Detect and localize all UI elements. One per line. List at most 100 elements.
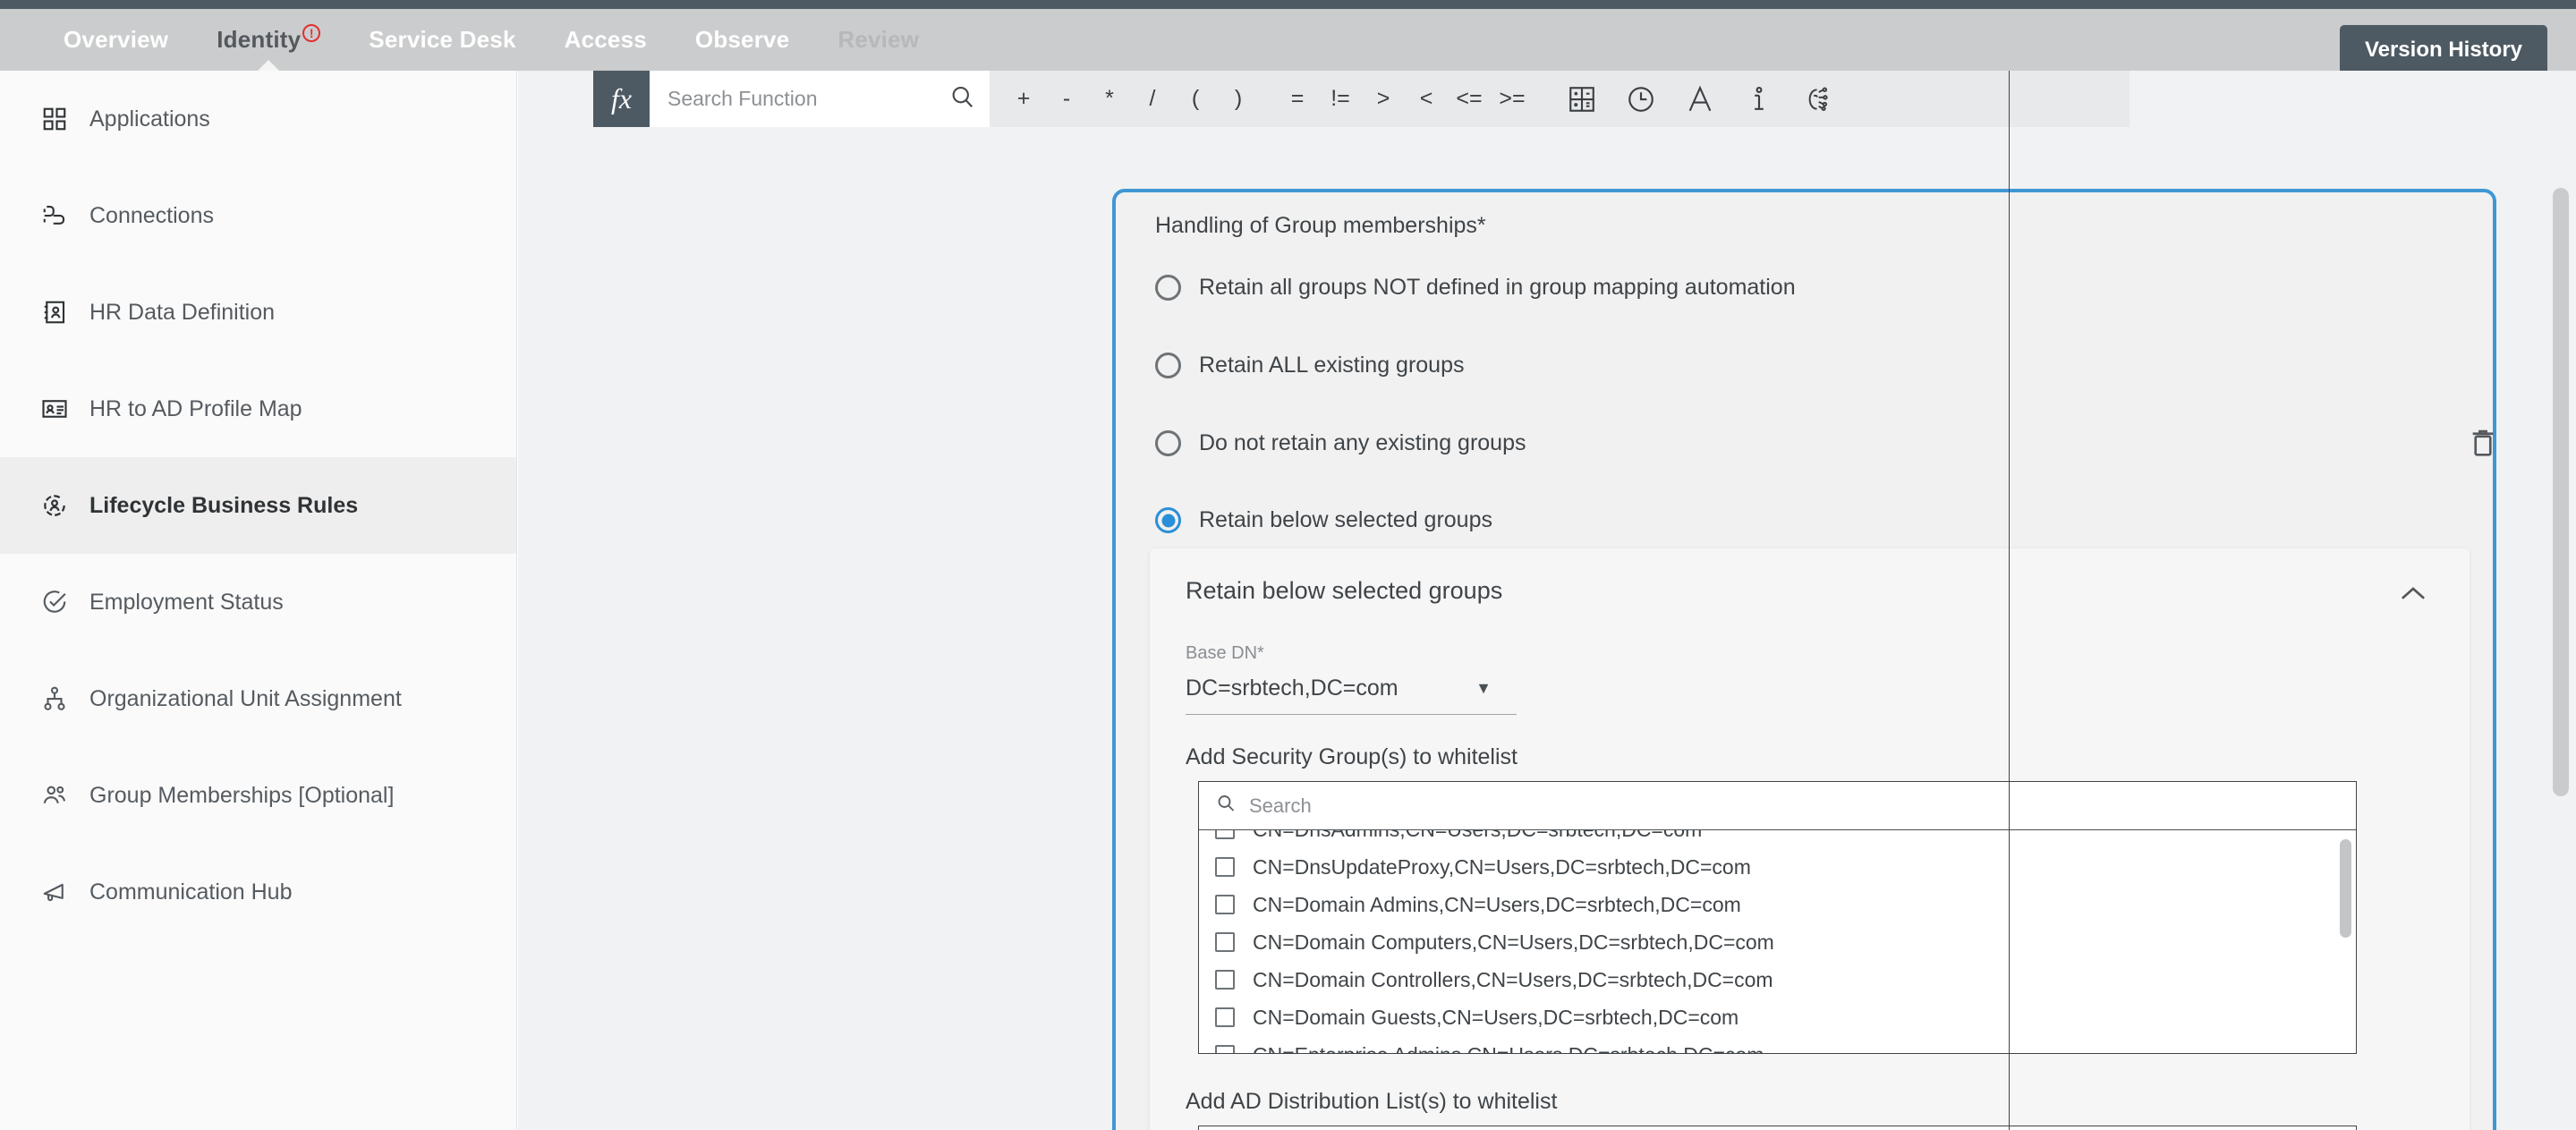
sidebar-item-label: Applications xyxy=(89,106,210,132)
sidebar-item-label: Lifecycle Business Rules xyxy=(89,492,359,518)
main-content: fx Search Function + - * / ( ) = != > < … xyxy=(518,71,2576,1130)
contact-book-icon xyxy=(39,297,70,327)
nav-label: Overview xyxy=(64,26,169,53)
security-groups-list: CN=DnsAdmins,CN=Users,DC=srbtech,DC=com … xyxy=(1199,830,2356,1054)
info-icon[interactable] xyxy=(1736,71,1782,127)
security-groups-scrollbar[interactable] xyxy=(2340,839,2351,938)
radio-option-retain-not-defined[interactable]: Retain all groups NOT defined in group m… xyxy=(1155,275,1796,301)
sidebar-item-organizational-unit-assignment[interactable]: Organizational Unit Assignment xyxy=(0,650,516,747)
function-search-placeholder: Search Function xyxy=(667,87,818,110)
operator-not-equals[interactable]: != xyxy=(1319,71,1362,127)
operator-plus[interactable]: + xyxy=(1002,71,1045,127)
checkbox-icon[interactable] xyxy=(1215,895,1235,914)
nav-items: Overview Identity ! Service Desk Access … xyxy=(0,9,943,72)
list-item[interactable]: CN=Domain Admins,CN=Users,DC=srbtech,DC=… xyxy=(1199,886,2356,923)
nav-item-observe[interactable]: Observe xyxy=(671,9,813,71)
checkbox-icon[interactable] xyxy=(1215,1045,1235,1053)
id-card-icon xyxy=(39,394,70,424)
operator-divide[interactable]: / xyxy=(1131,71,1174,127)
radio-option-do-not-retain[interactable]: Do not retain any existing groups xyxy=(1155,430,1526,456)
radio-icon xyxy=(1155,275,1181,301)
nav-item-identity[interactable]: Identity ! xyxy=(192,9,344,72)
sidebar-item-hr-data-definition[interactable]: HR Data Definition xyxy=(0,264,516,361)
operator-minus[interactable]: - xyxy=(1045,71,1088,127)
base-dn-label: Base DN* xyxy=(1186,643,1264,663)
list-item[interactable]: CN=DnsUpdateProxy,CN=Users,DC=srbtech,DC… xyxy=(1199,848,2356,886)
list-item-label: CN=Enterprise Admins,CN=Users,DC=srbtech… xyxy=(1253,1043,1764,1054)
nav-label: Review xyxy=(837,26,920,53)
chevron-up-icon[interactable] xyxy=(2400,584,2427,607)
distribution-lists-label: Add AD Distribution List(s) to whitelist xyxy=(1186,1089,1558,1114)
org-chart-icon xyxy=(39,684,70,714)
operator-greater-equal[interactable]: >= xyxy=(1491,71,1534,127)
nav-item-review[interactable]: Review xyxy=(813,9,943,71)
sidebar-item-lifecycle-business-rules[interactable]: Lifecycle Business Rules xyxy=(0,457,516,554)
version-history-button[interactable]: Version History xyxy=(2339,25,2547,75)
sidebar-item-label: Employment Status xyxy=(89,589,284,615)
base-dn-value: DC=srbtech,DC=com xyxy=(1186,675,1399,701)
operator-close-paren[interactable]: ) xyxy=(1217,71,1260,127)
ai-brain-icon[interactable] xyxy=(1795,71,1841,127)
security-groups-search-input[interactable]: Search xyxy=(1199,782,2356,830)
base-dn-select[interactable]: DC=srbtech,DC=com ▼ xyxy=(1186,663,1517,715)
trash-icon[interactable] xyxy=(2469,427,2497,463)
sidebar-item-applications[interactable]: Applications xyxy=(0,71,516,167)
sidebar-item-group-memberships[interactable]: Group Memberships [Optional] xyxy=(0,747,516,844)
list-item[interactable]: CN=Enterprise Admins,CN=Users,DC=srbtech… xyxy=(1199,1036,2356,1054)
top-accent-strip xyxy=(0,0,2576,9)
nav-label: Service Desk xyxy=(369,26,516,53)
plug-icon xyxy=(39,200,70,231)
sidebar-item-hr-to-ad-profile-map[interactable]: HR to AD Profile Map xyxy=(0,361,516,457)
operator-equals[interactable]: = xyxy=(1276,71,1319,127)
security-groups-label: Add Security Group(s) to whitelist xyxy=(1186,744,1518,769)
sidebar-item-connections[interactable]: Connections xyxy=(0,167,516,264)
nav-item-overview[interactable]: Overview xyxy=(39,9,192,71)
list-item[interactable]: CN=Domain Computers,CN=Users,DC=srbtech,… xyxy=(1199,923,2356,961)
distribution-lists-listbox: Search CN=All Marketing,OU=Marketing,OU=… xyxy=(1198,1126,2357,1130)
chevron-down-icon: ▼ xyxy=(1475,679,1492,697)
distribution-lists-search-input[interactable]: Search xyxy=(1199,1126,2356,1130)
checkbox-icon[interactable] xyxy=(1215,970,1235,990)
text-format-icon[interactable] xyxy=(1677,71,1723,127)
search-icon xyxy=(1215,793,1237,819)
sidebar-item-label: HR to AD Profile Map xyxy=(89,395,302,421)
operator-open-paren[interactable]: ( xyxy=(1174,71,1217,127)
function-search-input[interactable]: Search Function xyxy=(650,71,990,127)
checkbox-icon[interactable] xyxy=(1215,857,1235,877)
clock-icon[interactable] xyxy=(1618,71,1664,127)
list-item-label: CN=DnsUpdateProxy,CN=Users,DC=srbtech,DC… xyxy=(1253,854,1751,879)
operator-less-than[interactable]: < xyxy=(1405,71,1448,127)
list-item-label: CN=Domain Computers,CN=Users,DC=srbtech,… xyxy=(1253,930,1774,954)
checkbox-icon[interactable] xyxy=(1215,932,1235,952)
page-scrollbar[interactable] xyxy=(2553,188,2569,796)
list-item[interactable]: CN=Domain Controllers,CN=Users,DC=srbtec… xyxy=(1199,961,2356,998)
list-item[interactable]: CN=DnsAdmins,CN=Users,DC=srbtech,DC=com xyxy=(1199,830,2356,848)
radio-icon-selected xyxy=(1155,507,1181,533)
app-root: Overview Identity ! Service Desk Access … xyxy=(0,0,2576,1130)
operator-greater-than[interactable]: > xyxy=(1362,71,1405,127)
checkbox-icon[interactable] xyxy=(1215,830,1235,839)
checkbox-icon[interactable] xyxy=(1215,1007,1235,1027)
form-title: Handling of Group memberships* xyxy=(1155,213,1486,238)
calculator-icon[interactable] xyxy=(1559,71,1605,127)
group-membership-form-panel: Handling of Group memberships* Retain al… xyxy=(1112,189,2496,1130)
formula-toolbar: fx Search Function + - * / ( ) = != > < … xyxy=(593,71,2130,127)
sidebar-item-employment-status[interactable]: Employment Status xyxy=(0,554,516,650)
sidebar-item-label: Organizational Unit Assignment xyxy=(89,685,402,711)
radio-label: Retain ALL existing groups xyxy=(1199,353,1465,378)
nav-label: Access xyxy=(564,26,647,53)
radio-label: Retain below selected groups xyxy=(1199,507,1492,532)
radio-label: Retain all groups NOT defined in group m… xyxy=(1199,275,1796,300)
nav-item-service-desk[interactable]: Service Desk xyxy=(344,9,540,71)
operator-buttons: + - * / ( ) = != > < <= >= xyxy=(990,71,1534,127)
check-circle-icon xyxy=(39,587,70,617)
operator-multiply[interactable]: * xyxy=(1088,71,1131,127)
fx-icon[interactable]: fx xyxy=(593,71,650,127)
operator-less-equal[interactable]: <= xyxy=(1448,71,1491,127)
nav-item-access[interactable]: Access xyxy=(540,9,671,71)
sidebar-item-communication-hub[interactable]: Communication Hub xyxy=(0,844,516,940)
list-item[interactable]: CN=Domain Guests,CN=Users,DC=srbtech,DC=… xyxy=(1199,998,2356,1036)
sidebar: Applications Connections HR Data Definit… xyxy=(0,71,517,1130)
radio-option-retain-all[interactable]: Retain ALL existing groups xyxy=(1155,353,1464,378)
radio-option-retain-below-selected[interactable]: Retain below selected groups xyxy=(1155,507,1492,533)
